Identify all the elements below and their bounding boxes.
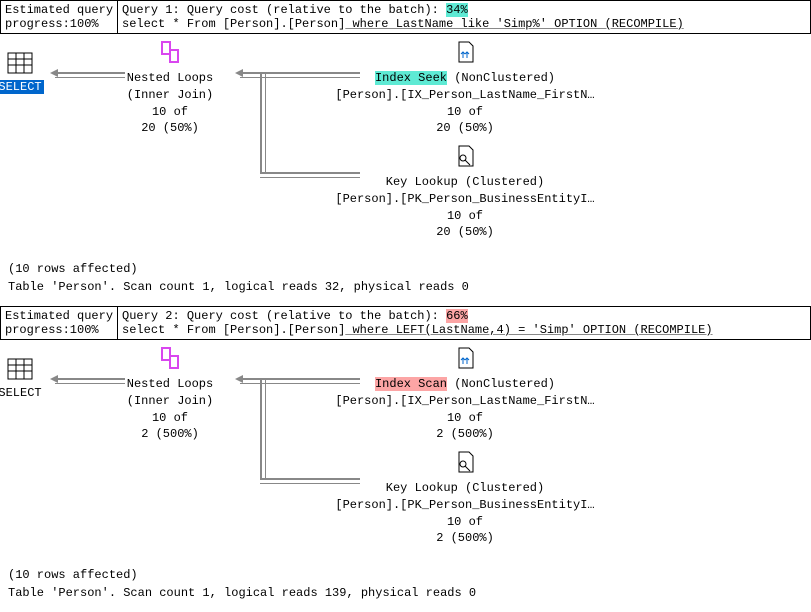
query1-title-prefix: Query 1: Query cost (relative to the bat… <box>122 3 439 17</box>
index-scan-op: Index Scan <box>375 377 447 391</box>
table-icon <box>7 52 33 78</box>
io-stats: Table 'Person'. Scan count 1, logical re… <box>8 584 803 602</box>
index-scan-type: (NonClustered) <box>454 377 555 391</box>
query2-title-prefix: Query 2: Query cost (relative to the bat… <box>122 309 439 323</box>
table-icon <box>7 358 33 384</box>
progress-value: progress:100% <box>5 17 113 31</box>
progress-label: Estimated query <box>5 3 113 17</box>
nested-loops-rows1: 10 of <box>100 410 240 427</box>
query2-footer: (10 rows affected) Table 'Person'. Scan … <box>0 560 811 612</box>
index-seek-node[interactable]: Index Seek (NonClustered) [Person].[IX_P… <box>335 40 595 137</box>
connector <box>260 378 266 478</box>
rows-affected: (10 rows affected) <box>8 260 803 278</box>
index-scan-rows1: 10 of <box>335 410 595 427</box>
query1-header: Estimated query progress:100% Query 1: Q… <box>0 0 811 34</box>
query2-header: Estimated query progress:100% Query 2: Q… <box>0 306 811 340</box>
query1-cost-highlight: 34% <box>446 3 468 17</box>
key-lookup-rows1: 10 of <box>335 514 595 531</box>
connector <box>260 478 360 484</box>
key-lookup-icon <box>453 144 477 172</box>
arrow-icon <box>50 69 58 77</box>
key-lookup-rows2: 20 (50%) <box>335 224 595 241</box>
connector <box>240 378 360 384</box>
query1-title: Query 1: Query cost (relative to the bat… <box>118 1 810 33</box>
key-lookup-object: [Person].[PK_Person_BusinessEntityI… <box>335 191 595 208</box>
query1-sql-underlined: where LastName like 'Simp%' OPTION (RECO… <box>345 17 683 31</box>
progress-label: Estimated query <box>5 309 113 323</box>
query2-progress: Estimated query progress:100% <box>1 307 118 339</box>
query2-sql-before: select * From [Person].[Person] <box>122 323 345 337</box>
index-seek-type: (NonClustered) <box>454 71 555 85</box>
rows-affected: (10 rows affected) <box>8 566 803 584</box>
select-label: SELECT <box>0 386 42 400</box>
io-stats: Table 'Person'. Scan count 1, logical re… <box>8 278 803 296</box>
connector <box>260 72 266 172</box>
index-seek-object: [Person].[IX_Person_LastName_FirstN… <box>335 87 595 104</box>
key-lookup-type: (Clustered) <box>465 175 544 189</box>
key-lookup-rows2: 2 (500%) <box>335 530 595 547</box>
query1-footer: (10 rows affected) Table 'Person'. Scan … <box>0 254 811 306</box>
nested-loops-node[interactable]: Nested Loops (Inner Join) 10 of 2 (500%) <box>100 346 240 443</box>
nested-loops-subtitle: (Inner Join) <box>100 87 240 104</box>
index-seek-rows2: 20 (50%) <box>335 120 595 137</box>
nested-loops-rows1: 10 of <box>100 104 240 121</box>
query1-progress: Estimated query progress:100% <box>1 1 118 33</box>
key-lookup-icon <box>453 450 477 478</box>
index-scan-rows2: 2 (500%) <box>335 426 595 443</box>
select-label: SELECT <box>0 80 44 94</box>
key-lookup-node[interactable]: Key Lookup (Clustered) [Person].[PK_Pers… <box>335 450 595 547</box>
key-lookup-op: Key Lookup <box>386 175 458 189</box>
nested-loops-node[interactable]: Nested Loops (Inner Join) 10 of 20 (50%) <box>100 40 240 137</box>
index-seek-op: Index Seek <box>375 71 447 85</box>
nested-loops-icon <box>158 40 182 68</box>
nested-loops-rows2: 20 (50%) <box>100 120 240 137</box>
progress-value: progress:100% <box>5 323 113 337</box>
arrow-icon <box>50 375 58 383</box>
index-seek-icon <box>453 40 477 68</box>
connector <box>55 378 125 384</box>
query2-plan[interactable]: SELECT Nested Loops (Inner Join) 10 of 2… <box>0 340 811 560</box>
key-lookup-op: Key Lookup <box>386 481 458 495</box>
query2-cost-highlight: 66% <box>446 309 468 323</box>
index-scan-object: [Person].[IX_Person_LastName_FirstN… <box>335 393 595 410</box>
index-seek-rows1: 10 of <box>335 104 595 121</box>
query1-plan[interactable]: SELECT Nested Loops (Inner Join) 10 of 2… <box>0 34 811 254</box>
key-lookup-type: (Clustered) <box>465 481 544 495</box>
connector <box>260 172 360 178</box>
nested-loops-rows2: 2 (500%) <box>100 426 240 443</box>
nested-loops-icon <box>158 346 182 374</box>
arrow-icon <box>235 69 243 77</box>
query1-sql-before: select * From [Person].[Person] <box>122 17 345 31</box>
key-lookup-rows1: 10 of <box>335 208 595 225</box>
query2-title: Query 2: Query cost (relative to the bat… <box>118 307 810 339</box>
connector <box>55 72 125 78</box>
connector <box>240 72 360 78</box>
key-lookup-object: [Person].[PK_Person_BusinessEntityI… <box>335 497 595 514</box>
index-scan-icon <box>453 346 477 374</box>
nested-loops-subtitle: (Inner Join) <box>100 393 240 410</box>
arrow-icon <box>235 375 243 383</box>
index-scan-node[interactable]: Index Scan (NonClustered) [Person].[IX_P… <box>335 346 595 443</box>
query2-sql-underlined: where LEFT(LastName,4) = 'Simp' OPTION (… <box>345 323 712 337</box>
key-lookup-node[interactable]: Key Lookup (Clustered) [Person].[PK_Pers… <box>335 144 595 241</box>
